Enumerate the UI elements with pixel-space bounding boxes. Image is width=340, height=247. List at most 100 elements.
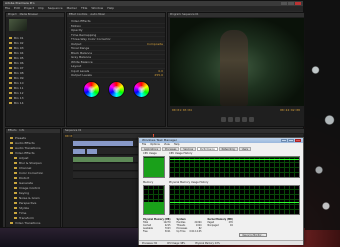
folder-icon bbox=[9, 91, 12, 94]
cpu-usage-label: CPU Usage bbox=[143, 152, 157, 155]
project-tabs: Project Media Browser bbox=[6, 13, 64, 17]
menu-project[interactable]: Project bbox=[24, 6, 34, 11]
tab-services[interactable]: Services bbox=[180, 147, 197, 151]
folder-icon bbox=[9, 56, 12, 59]
folder-icon bbox=[14, 171, 17, 174]
project-list: Bin 01 Bin 02 Bin 03 Bin 04 Bin 05 Bin 0… bbox=[9, 35, 63, 105]
folder-icon bbox=[10, 136, 13, 139]
folder-icon bbox=[9, 51, 12, 54]
effect-row[interactable]: Output Levels 255.0 bbox=[69, 73, 165, 78]
folder-icon bbox=[9, 81, 12, 84]
taskbar bbox=[0, 228, 138, 247]
tab-media-browser[interactable]: Media Browser bbox=[20, 13, 38, 17]
maximize-button[interactable] bbox=[288, 2, 294, 5]
timeline-tabs: Sequence 01 bbox=[63, 129, 304, 133]
memory-label: Memory bbox=[143, 181, 154, 184]
export-frame-icon[interactable] bbox=[248, 117, 254, 122]
program-monitor: Program: Sequence 01 00:01:03:04 00:24:0… bbox=[167, 12, 305, 127]
highlights-color-wheel[interactable] bbox=[132, 81, 150, 98]
step-forward-icon[interactable] bbox=[234, 117, 240, 122]
cpu-usage-gauge bbox=[143, 156, 165, 178]
task-manager-tabs: Applications Processes Services Performa… bbox=[141, 147, 301, 151]
folder-icon bbox=[9, 46, 12, 49]
memory-history-label: Physical Memory Usage History bbox=[169, 181, 209, 184]
menu-marker[interactable]: Marker bbox=[67, 6, 77, 11]
folder-icon bbox=[10, 146, 13, 149]
folder-icon bbox=[14, 191, 17, 194]
folder-icon bbox=[9, 61, 12, 64]
effects-tree: Presets Audio Effects Audio Transitions Vid… bbox=[8, 135, 60, 225]
folder-icon bbox=[10, 141, 13, 144]
minimize-button[interactable] bbox=[281, 139, 287, 142]
system-stats: System Handles 21094 Threads 1024 Processe… bbox=[176, 218, 202, 233]
menu-file[interactable]: File bbox=[5, 6, 10, 11]
video-clip[interactable] bbox=[73, 149, 85, 154]
minimize-button[interactable] bbox=[281, 2, 287, 5]
maximize-button[interactable] bbox=[288, 139, 294, 142]
tab-processes[interactable]: Processes bbox=[162, 147, 180, 151]
video-frame[interactable] bbox=[170, 18, 304, 106]
audio-clip[interactable] bbox=[73, 157, 133, 162]
memory-history-line bbox=[170, 202, 299, 203]
tab-info[interactable]: Info bbox=[20, 129, 25, 133]
video-clip[interactable] bbox=[73, 141, 133, 146]
close-button[interactable] bbox=[295, 2, 301, 5]
clip-thumbnail[interactable] bbox=[9, 19, 27, 31]
current-timecode[interactable]: 00:01:03:04 bbox=[172, 108, 192, 112]
memory-usage-gauge bbox=[143, 185, 165, 215]
folder-icon bbox=[14, 216, 17, 219]
close-button[interactable] bbox=[295, 139, 301, 142]
tab-networking[interactable]: Networking bbox=[218, 147, 238, 151]
performance-stats: Physical Memory (MB) Total 12279 Cached 42… bbox=[143, 218, 301, 234]
folder-icon bbox=[14, 211, 17, 214]
menu-clip[interactable]: Clip bbox=[38, 6, 44, 11]
folder-icon bbox=[9, 36, 12, 39]
folder-icon bbox=[9, 101, 12, 104]
menu-help[interactable]: Help bbox=[107, 6, 114, 11]
folder-icon bbox=[14, 186, 17, 189]
folder-icon bbox=[10, 151, 13, 154]
tab-performance[interactable]: Performance bbox=[197, 147, 218, 151]
folder-icon bbox=[14, 176, 17, 179]
folder-icon bbox=[14, 161, 17, 164]
status-cpu: CPU Usage: 98% bbox=[167, 242, 186, 245]
physical-memory-stats: Physical Memory (MB) Total 12279 Cached 42… bbox=[143, 218, 171, 233]
tab-users[interactable]: Users bbox=[238, 147, 252, 151]
folder-icon bbox=[14, 166, 17, 169]
video-subject bbox=[220, 30, 248, 106]
tab-audio-mixer[interactable]: Audio Mixer bbox=[90, 13, 105, 17]
video-clip[interactable] bbox=[87, 149, 97, 154]
folder-icon bbox=[9, 66, 12, 69]
folder-icon bbox=[14, 196, 17, 199]
folder-icon bbox=[9, 71, 12, 74]
play-icon[interactable] bbox=[227, 117, 233, 122]
resource-monitor-button[interactable]: Resource Monitor... bbox=[239, 233, 267, 237]
tab-effects[interactable]: Effects bbox=[8, 129, 17, 133]
menu-edit[interactable]: Edit bbox=[14, 6, 20, 11]
step-back-icon[interactable] bbox=[220, 117, 226, 122]
loop-icon[interactable] bbox=[241, 117, 247, 122]
midtones-color-wheel[interactable] bbox=[107, 81, 125, 98]
color-wheels bbox=[81, 81, 151, 103]
duration-timecode: 00:24:02:08 bbox=[280, 108, 300, 112]
project-panel: Project Media Browser Bin 01 Bin 02 Bin … bbox=[5, 12, 65, 127]
tab-applications[interactable]: Applications bbox=[141, 147, 162, 151]
menu-sequence[interactable]: Sequence bbox=[48, 6, 63, 11]
tab-sequence[interactable]: Sequence 01 bbox=[65, 129, 81, 133]
tab-program[interactable]: Program: Sequence 01 bbox=[170, 13, 199, 17]
shadows-color-wheel[interactable] bbox=[82, 81, 100, 98]
cpu-history-line bbox=[170, 159, 299, 160]
menu-window[interactable]: Window bbox=[91, 6, 103, 11]
tab-project[interactable]: Project bbox=[8, 13, 17, 17]
status-processes: Processes: 82 bbox=[142, 242, 157, 245]
list-item[interactable]: Bin 14 bbox=[9, 100, 63, 105]
effect-controls-panel: Effect Controls Audio Mixer Video Effect… bbox=[66, 12, 166, 127]
tab-effect-controls[interactable]: Effect Controls bbox=[69, 13, 87, 17]
effects-tree-item[interactable]: Video Transitions bbox=[8, 220, 60, 225]
monitor-tabs: Program: Sequence 01 bbox=[168, 13, 304, 17]
effect-controls-tabs: Effect Controls Audio Mixer bbox=[67, 13, 165, 17]
folder-icon bbox=[14, 206, 17, 209]
menu-title[interactable]: Title bbox=[81, 6, 87, 11]
effects-browser: Effects Info Presets Audio Effects Audio T… bbox=[5, 128, 61, 228]
folder-icon bbox=[9, 86, 12, 89]
